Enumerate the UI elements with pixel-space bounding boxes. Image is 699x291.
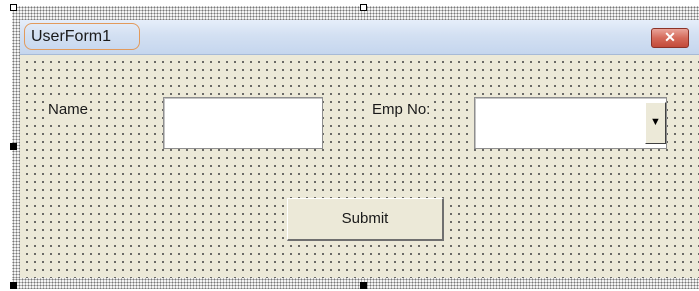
form-canvas: Name Emp No: ▼ Submit (20, 55, 699, 278)
dropdown-arrow-icon[interactable]: ▼ (645, 102, 666, 144)
emp-no-label: Emp No: (370, 99, 433, 120)
submit-button[interactable]: Submit (287, 198, 444, 241)
window-title: UserForm1 (31, 28, 112, 45)
selection-border-top (12, 6, 699, 20)
selection-border-bottom (12, 278, 699, 289)
close-button[interactable]: ✕ (651, 28, 689, 48)
resize-handle-bottom-left[interactable] (10, 282, 17, 289)
resize-handle-bottom-middle[interactable] (360, 282, 367, 289)
resize-handle-top-left[interactable] (10, 4, 17, 11)
emp-no-combobox[interactable]: ▼ (474, 97, 667, 149)
resize-handle-top-middle[interactable] (360, 4, 367, 11)
resize-handle-middle-left[interactable] (10, 143, 17, 150)
name-textbox[interactable] (163, 97, 323, 149)
userform-window: UserForm1 ✕ Name Emp No: ▼ Submit (20, 20, 699, 278)
name-label: Name (46, 99, 91, 120)
title-bar[interactable]: UserForm1 ✕ (20, 20, 699, 55)
close-icon: ✕ (664, 29, 676, 45)
